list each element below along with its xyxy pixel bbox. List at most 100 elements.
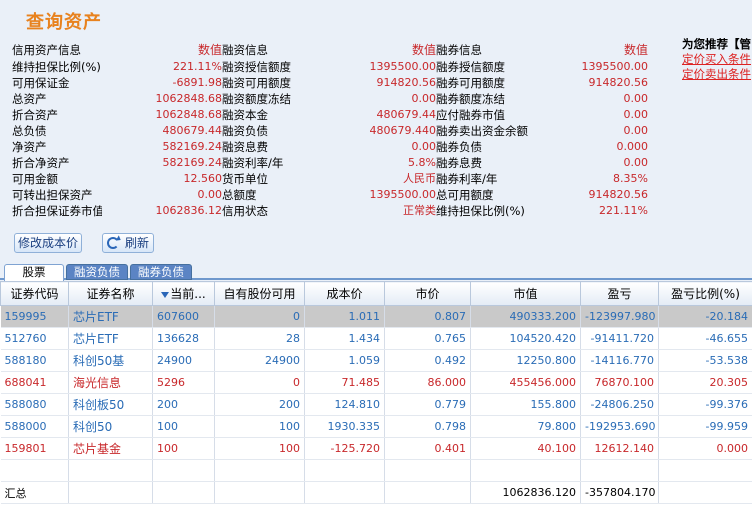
tab-financing-liabilities[interactable]: 融资负债 <box>66 264 128 280</box>
info-label: 可转出担保资产 <box>12 188 93 202</box>
table-row[interactable]: 159801 芯片基金 100 100 -125.720 0.401 40.100 12612… <box>0 437 752 460</box>
info-row: 可转出担保资产 0.00 总额度 1395500.00 总可用额度 914820.56 <box>12 187 660 203</box>
cell-cost: -125.720 <box>304 437 385 460</box>
cell-code: 588080 <box>0 393 69 416</box>
summary-empty-cell <box>658 481 752 504</box>
table-summary-row: 汇总 1062836.120 -357804.170 <box>0 481 752 504</box>
info-header-value: 数值 <box>411 43 436 57</box>
summary-empty-cell <box>384 481 471 504</box>
cell-code: 588000 <box>0 415 69 438</box>
table-row[interactable]: 688041 海光信息 5296 0 71.485 86.000 455456.000 768… <box>0 371 752 394</box>
cell-profit-loss-ratio: -20.184 <box>658 305 752 328</box>
summary-market-value: 1062836.120 <box>470 481 581 504</box>
info-label: 融资授信额度 <box>222 60 291 74</box>
info-header-value: 数值 <box>623 43 648 57</box>
cell-market-value: 40.100 <box>470 437 581 460</box>
refresh-button[interactable]: 刷新 <box>102 233 154 253</box>
tab-stock[interactable]: 股票 <box>4 264 64 281</box>
col-profit-loss[interactable]: 盈亏 <box>580 281 659 306</box>
cell-own-available: 0 <box>214 371 305 394</box>
recommend-link-buy[interactable]: 定价买入条件 <box>682 52 752 67</box>
info-value: 8.35% <box>613 172 648 185</box>
cell-name: 芯片ETF <box>68 305 153 328</box>
info-value: 582169.24 <box>162 156 223 169</box>
cell-name: 科创50基 <box>68 349 153 372</box>
table-row[interactable]: 159995 芯片ETF 607600 0 1.011 0.807 490333.200 -1… <box>0 305 752 328</box>
empty-cell <box>384 459 471 482</box>
empty-cell <box>304 459 385 482</box>
recommend-link-sell[interactable]: 定价卖出条件 <box>682 67 752 82</box>
cell-market-value: 104520.420 <box>470 327 581 350</box>
info-value: 0.00 <box>411 140 437 153</box>
info-row: 总负债 480679.44 融资负债 480679.440 融券卖出资金余额 0.00 <box>12 123 660 139</box>
col-current[interactable]: 当前... <box>152 281 215 306</box>
cell-own-available: 0 <box>214 305 305 328</box>
tab-securities-lending-liabilities[interactable]: 融券负债 <box>130 264 192 280</box>
col-cost[interactable]: 成本价 <box>304 281 385 306</box>
col-code[interactable]: 证券代码 <box>0 281 69 306</box>
col-name[interactable]: 证券名称 <box>68 281 153 306</box>
cell-current: 5296 <box>152 371 215 394</box>
cell-market-value: 155.800 <box>470 393 581 416</box>
cell-current: 607600 <box>152 305 215 328</box>
info-label: 融券额度冻结 <box>436 92 505 106</box>
info-header-row: 信用资产信息 数值 融资信息 数值 融券信息 数值 <box>12 42 660 58</box>
info-value: 480679.44 <box>162 124 223 137</box>
cell-profit-loss-ratio: 20.305 <box>658 371 752 394</box>
edit-cost-button[interactable]: 修改成本价 <box>14 233 82 253</box>
cell-current: 24900 <box>152 349 215 372</box>
table-header-row: 证券代码 证券名称 当前... 自有股份可用 成本价 市价 市值 盈亏 盈亏比例… <box>0 281 752 306</box>
info-row: 总资产 1062848.68 融资额度冻结 0.00 融券额度冻结 0.00 <box>12 91 660 107</box>
page-title: 查询资产 <box>26 12 102 33</box>
table-row[interactable]: 588000 科创50 100 100 1930.335 0.798 79.800 -1929… <box>0 415 752 438</box>
col-profit-loss-ratio[interactable]: 盈亏比例(%) <box>658 281 752 306</box>
info-label: 融券授信额度 <box>436 60 505 74</box>
info-label: 维持担保比例(%) <box>12 60 101 74</box>
credit-info-grid: 信用资产信息 数值 融资信息 数值 融券信息 数值 维持担保比例(%) 221.11% 融资授信… <box>12 42 660 219</box>
info-value: 5.8% <box>408 156 436 169</box>
cell-current: 100 <box>152 415 215 438</box>
info-label: 货币单位 <box>222 172 268 186</box>
summary-label: 汇总 <box>0 481 69 504</box>
table-row[interactable]: 588080 科创板50 200 200 124.810 0.779 155.800 -248… <box>0 393 752 416</box>
tab-bar: 股票 融资负债 融券负债 <box>0 262 752 281</box>
info-label: 总额度 <box>222 188 257 202</box>
info-row: 折合资产 1062848.68 融资本金 480679.44 应付融券市值 0.00 <box>12 107 660 123</box>
info-value: 0.00 <box>623 108 649 121</box>
recommend-title: 为您推荐【管 <box>682 37 751 51</box>
cell-profit-loss: -192953.690 <box>580 415 659 438</box>
cell-market-value: 79.800 <box>470 415 581 438</box>
table-row[interactable]: 512760 芯片ETF 136628 28 1.434 0.765 104520.420-… <box>0 327 752 350</box>
info-value: 480679.440 <box>369 124 436 137</box>
info-value: 221.11% <box>173 60 222 73</box>
sort-desc-icon <box>161 291 170 298</box>
info-label: 融券息费 <box>436 156 482 170</box>
info-label: 维持担保比例(%) <box>436 204 525 218</box>
info-row: 可用金额 12.560 货币单位 人民币 融券利率/年 8.35% <box>12 171 660 187</box>
cell-market-value: 490333.200 <box>470 305 581 328</box>
info-value: -6891.98 <box>172 76 222 89</box>
holdings-grid: 证券代码 证券名称 当前... 自有股份可用 成本价 市价 市值 盈亏 盈亏比例… <box>0 281 752 507</box>
col-own-available[interactable]: 自有股份可用 <box>214 281 305 306</box>
col-price[interactable]: 市价 <box>384 281 471 306</box>
recommend-panel: 为您推荐【管 定价买入条件 定价卖出条件 <box>682 36 752 82</box>
table-row[interactable]: 588180 科创50基 24900 24900 1.059 0.492 12250.800… <box>0 349 752 372</box>
col-market-value[interactable]: 市值 <box>470 281 581 306</box>
cell-cost: 1.434 <box>304 327 385 350</box>
cell-name: 芯片基金 <box>68 437 153 460</box>
cell-own-available: 28 <box>214 327 305 350</box>
cell-own-available: 100 <box>214 415 305 438</box>
cell-price: 0.765 <box>384 327 471 350</box>
info-label: 可用保证金 <box>12 76 70 90</box>
cell-market-value: 455456.000 <box>470 371 581 394</box>
cell-profit-loss-ratio: -99.959 <box>658 415 752 438</box>
info-label: 融资息费 <box>222 140 268 154</box>
summary-profit-loss: -357804.170 <box>580 481 659 504</box>
cell-profit-loss-ratio: -53.538 <box>658 349 752 372</box>
info-value: 1395500.00 <box>369 188 436 201</box>
info-label: 融资负债 <box>222 124 268 138</box>
info-row: 净资产 582169.24 融资息费 0.00 融券负债 0.000 <box>12 139 660 155</box>
cell-profit-loss: -123997.980 <box>580 305 659 328</box>
summary-empty-cell <box>152 481 215 504</box>
info-label: 应付融券市值 <box>436 108 505 122</box>
